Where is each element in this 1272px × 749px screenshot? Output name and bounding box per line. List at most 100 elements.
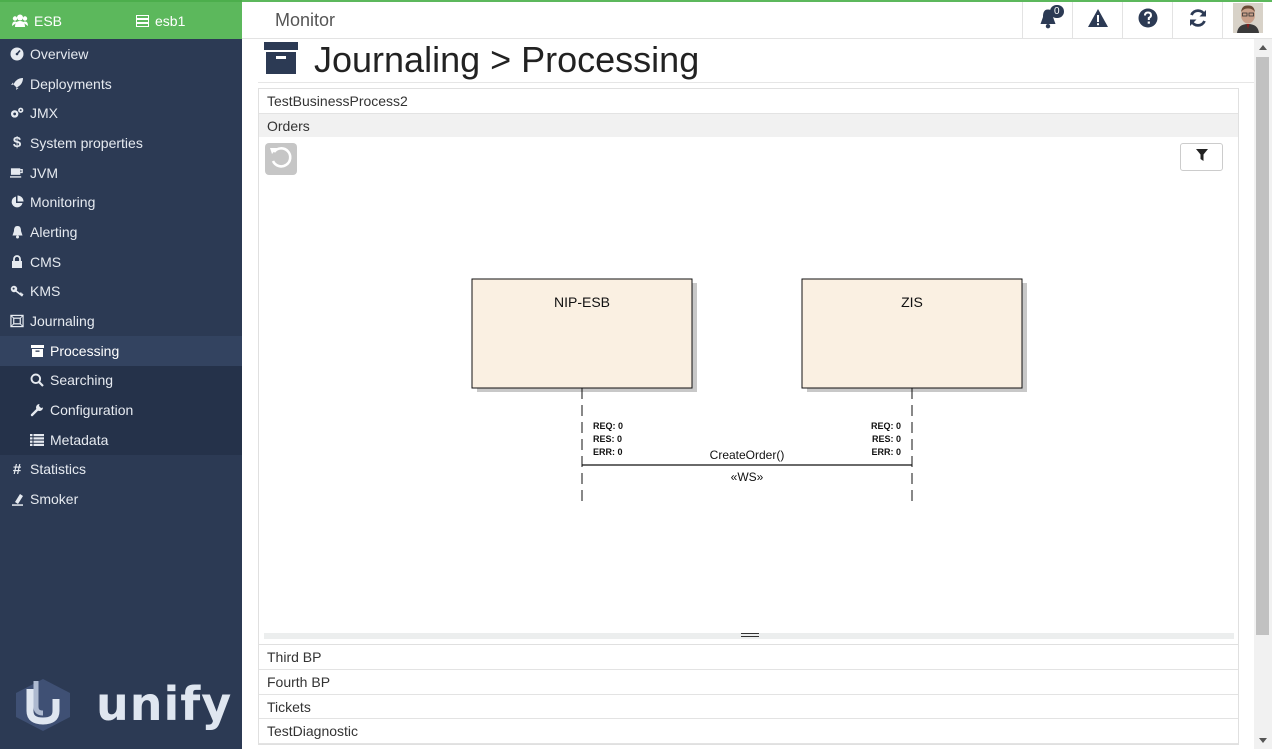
page-title: Journaling > Processing — [314, 39, 700, 80]
sidebar-item-processing[interactable]: Processing — [0, 335, 242, 366]
journal-icon — [10, 314, 24, 328]
sidebar-header: ESB esb1 — [0, 0, 242, 39]
sidebar-item-label: Statistics — [30, 461, 87, 478]
eraser-icon — [10, 492, 24, 506]
warnings-button[interactable] — [1072, 2, 1122, 39]
sidebar-item-label: Journaling — [30, 313, 95, 330]
sidebar-item-label: Configuration — [50, 402, 134, 419]
server-icon — [136, 14, 149, 27]
unify-logo-icon — [16, 679, 70, 731]
grip-icon — [741, 633, 759, 637]
sidebar-item-label: Processing — [50, 342, 120, 359]
sidebar-item-searching[interactable]: Searching — [0, 366, 242, 396]
participant-label: ZIS — [901, 294, 923, 310]
sidebar-item-label: JVM — [30, 164, 58, 181]
toolbar: 0 — [1022, 2, 1272, 39]
sidebar-item-label: Deployments — [30, 75, 112, 92]
lock-icon — [10, 254, 24, 269]
refresh-icon — [1188, 8, 1208, 33]
sidebar-item-monitoring[interactable]: Monitoring — [0, 187, 242, 217]
left-err-count: ERR: 0 — [593, 447, 623, 457]
search-icon — [30, 373, 44, 388]
avatar — [1232, 3, 1263, 38]
help-button[interactable] — [1122, 2, 1172, 39]
sidebar-item-label: Monitoring — [30, 194, 96, 211]
wrench-icon — [30, 403, 44, 417]
right-err-count: ERR: 0 — [871, 447, 901, 457]
archive-icon — [30, 344, 44, 358]
sidebar-item-label: Metadata — [50, 431, 109, 448]
process-accordion-bottom: Third BP Fourth BP Tickets TestDiagnosti… — [258, 644, 1239, 746]
warning-icon — [1087, 8, 1109, 33]
accordion-item-tickets[interactable]: Tickets — [259, 694, 1238, 720]
participant-label: NIP-ESB — [554, 294, 610, 310]
cogs-icon — [10, 106, 24, 120]
sidebar-item-journaling[interactable]: Journaling — [0, 306, 242, 336]
dashboard-icon — [10, 47, 24, 61]
participant-nip-esb[interactable]: NIP-ESB — [471, 278, 697, 392]
accordion-item-testbusinessprocess2[interactable]: TestBusinessProcess2 — [259, 89, 1238, 114]
notification-badge: 0 — [1050, 5, 1064, 18]
sidebar-item-deployments[interactable]: Deployments — [0, 69, 242, 99]
sidebar-item-label: JMX — [30, 105, 58, 122]
app-title: Monitor — [275, 10, 336, 30]
sidebar-item-label: Searching — [50, 372, 114, 389]
page-heading: Journaling > Processing — [264, 39, 699, 81]
scrollbar-thumb[interactable] — [1256, 57, 1269, 635]
participant-zis[interactable]: ZIS — [801, 278, 1027, 392]
users-icon — [12, 14, 28, 27]
message-label: CreateOrder() — [710, 448, 785, 462]
sidebar-item-system-properties[interactable]: $ System properties — [0, 128, 242, 158]
sidebar-item-configuration[interactable]: Configuration — [0, 395, 242, 425]
logo-text: unify — [96, 677, 233, 731]
sidebar-item-label: System properties — [30, 134, 143, 151]
journaling-submenu: Processing Searching Configuration Metad… — [0, 335, 242, 455]
sidebar-item-label: Overview — [30, 45, 89, 62]
main-content: Journaling > Processing TestBusinessProc… — [242, 37, 1254, 749]
bell-icon — [10, 225, 24, 239]
notifications-button[interactable]: 0 — [1022, 2, 1072, 39]
sidebar-item-metadata[interactable]: Metadata — [0, 425, 242, 455]
sidebar-item-kms[interactable]: KMS — [0, 277, 242, 307]
sidebar-item-smoker[interactable]: Smoker — [0, 484, 242, 514]
refresh-button[interactable] — [1172, 2, 1222, 39]
coffee-icon — [10, 166, 24, 180]
sidebar: ESB esb1 Overview Deployments JMX $ Syst… — [0, 0, 242, 749]
dollar-icon: $ — [12, 134, 22, 152]
page-scrollbar[interactable] — [1254, 39, 1272, 749]
pie-chart-icon — [10, 195, 24, 209]
accordion-item-testdiagnostic[interactable]: TestDiagnostic — [259, 719, 1238, 745]
sequence-diagram: NIP-ESB ZIS REQ: 0 RES: 0 ERR: 0 REQ: 0 … — [259, 137, 1238, 643]
accordion-item-fourth-bp[interactable]: Fourth BP — [259, 669, 1238, 695]
app-name: ESB — [34, 12, 63, 29]
list-icon — [30, 433, 44, 447]
sidebar-item-overview[interactable]: Overview — [0, 39, 242, 69]
rocket-icon — [10, 77, 24, 91]
sidebar-item-jvm[interactable]: JVM — [0, 158, 242, 188]
scroll-up-arrow[interactable] — [1259, 45, 1267, 50]
top-bar: Monitor 0 — [242, 0, 1272, 39]
hashtag-icon: # — [12, 460, 22, 478]
scroll-down-arrow[interactable] — [1259, 738, 1267, 743]
left-res-count: RES: 0 — [593, 434, 622, 444]
sidebar-item-label: Smoker — [30, 491, 79, 508]
accordion-item-third-bp[interactable]: Third BP — [259, 645, 1238, 670]
instance-selector[interactable]: esb1 — [136, 13, 185, 29]
user-avatar-button[interactable] — [1222, 2, 1272, 39]
message-createorder[interactable]: CreateOrder() «WS» — [582, 448, 912, 484]
diagram-resize-handle[interactable] — [264, 633, 1234, 639]
instance-name: esb1 — [155, 12, 186, 29]
sidebar-item-label: Alerting — [30, 223, 78, 240]
diagram-canvas: NIP-ESB ZIS REQ: 0 RES: 0 ERR: 0 REQ: 0 … — [471, 278, 1027, 502]
heading-divider — [258, 82, 1254, 83]
sidebar-item-label: CMS — [30, 253, 62, 270]
accordion-item-orders[interactable]: Orders — [259, 113, 1238, 139]
sidebar-item-statistics[interactable]: # Statistics — [0, 455, 242, 485]
app-selector[interactable]: ESB — [0, 13, 136, 29]
sidebar-item-alerting[interactable]: Alerting — [0, 217, 242, 247]
sidebar-item-cms[interactable]: CMS — [0, 247, 242, 277]
sidebar-item-label: KMS — [30, 283, 61, 300]
left-req-count: REQ: 0 — [593, 421, 623, 431]
sidebar-item-jmx[interactable]: JMX — [0, 98, 242, 128]
right-res-count: RES: 0 — [872, 434, 901, 444]
